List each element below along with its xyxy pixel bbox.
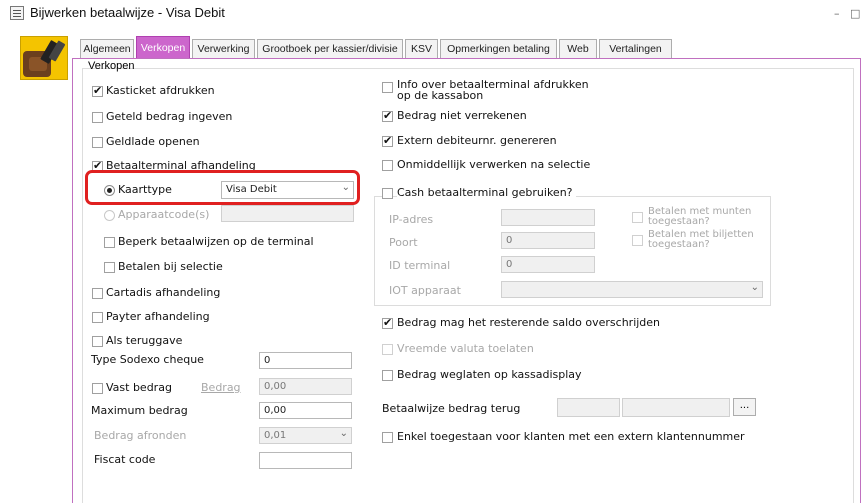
- cartadis-checkbox[interactable]: [92, 288, 103, 299]
- maximum-bedrag-label: Maximum bedrag: [91, 404, 188, 417]
- tab-verkopen[interactable]: Verkopen: [136, 36, 190, 60]
- onmiddellijk-label: Onmiddellijk verwerken na selectie: [397, 158, 591, 171]
- ip-adres-input[interactable]: [501, 209, 595, 226]
- info-terminal-checkbox[interactable]: [382, 82, 393, 93]
- vast-bedrag-input[interactable]: 0,00: [259, 378, 352, 395]
- bedrag-afronden-label: Bedrag afronden: [94, 429, 187, 442]
- teruggave-label: Als teruggave: [106, 334, 183, 347]
- munten-label: Betalen met munten toegestaan?: [648, 207, 751, 227]
- payter-label: Payter afhandeling: [106, 310, 210, 323]
- cash-terminal-checkbox[interactable]: [382, 188, 393, 199]
- saldo-checkbox[interactable]: [382, 316, 393, 329]
- apparaatcode-label: Apparaatcode(s): [118, 208, 210, 221]
- kaarttype-radio[interactable]: [104, 185, 115, 196]
- payter-checkbox[interactable]: [92, 312, 103, 323]
- vreemde-valuta-checkbox[interactable]: [382, 344, 393, 355]
- poort-label: Poort: [389, 236, 418, 249]
- extern-debiteur-checkbox[interactable]: [382, 134, 393, 147]
- sodexo-input[interactable]: 0: [259, 352, 352, 369]
- vast-bedrag-sub-label: Bedrag: [201, 381, 241, 394]
- kaarttype-value: Visa Debit: [226, 184, 277, 195]
- tab-opmerkingen-betaling[interactable]: Opmerkingen betaling: [440, 39, 557, 59]
- biljetten-label-line2: toegestaan?: [648, 239, 710, 250]
- iot-label: IOT apparaat: [389, 284, 461, 297]
- weglaten-label: Bedrag weglaten op kassadisplay: [397, 368, 582, 381]
- vast-bedrag-checkbox[interactable]: [92, 383, 103, 394]
- tab-verwerking[interactable]: Verwerking: [192, 39, 255, 59]
- maximize-button[interactable]: □: [850, 7, 860, 20]
- tab-ksv[interactable]: KSV: [405, 39, 438, 59]
- sodexo-label: Type Sodexo cheque: [91, 353, 204, 366]
- munten-checkbox[interactable]: [632, 212, 643, 223]
- enkel-checkbox[interactable]: [382, 432, 393, 443]
- teruggave-checkbox[interactable]: [92, 336, 103, 347]
- vast-bedrag-label: Vast bedrag: [106, 381, 172, 394]
- weglaten-checkbox[interactable]: [382, 370, 393, 381]
- betalen-selectie-checkbox[interactable]: [104, 262, 115, 273]
- kasticket-checkbox[interactable]: [92, 84, 103, 97]
- geldlade-checkbox[interactable]: [92, 137, 103, 148]
- window-title: Bijwerken betaalwijze - Visa Debit: [30, 5, 225, 20]
- kasticket-label: Kasticket afdrukken: [106, 84, 215, 97]
- bedrag-afronden-value: 0,01: [264, 430, 287, 441]
- bedrag-afronden-select[interactable]: 0,01 ⌄: [259, 427, 352, 444]
- beperk-checkbox[interactable]: [104, 237, 115, 248]
- id-terminal-input[interactable]: 0: [501, 256, 595, 273]
- info-terminal-label: Info over betaalterminal afdrukken op de…: [397, 79, 589, 101]
- tab-grootboek[interactable]: Grootboek per kassier/divisie: [257, 39, 403, 59]
- info-terminal-label-line2: op de kassabon: [397, 89, 484, 102]
- poort-input[interactable]: 0: [501, 232, 595, 249]
- vreemde-valuta-label: Vreemde valuta toelaten: [397, 342, 534, 355]
- chevron-down-icon: ⌄: [339, 428, 348, 439]
- tab-algemeen[interactable]: Algemeen: [80, 39, 134, 59]
- enkel-label: Enkel toegestaan voor klanten met een ex…: [397, 430, 745, 443]
- biljetten-label: Betalen met biljetten toegestaan?: [648, 230, 754, 250]
- apparaatcode-input[interactable]: [221, 205, 354, 222]
- tab-vertalingen[interactable]: Vertalingen: [599, 39, 672, 59]
- betalen-selectie-label: Betalen bij selectie: [118, 260, 223, 273]
- extern-debiteur-label: Extern debiteurnr. genereren: [397, 134, 557, 147]
- munten-label-line2: toegestaan?: [648, 216, 710, 227]
- apparaatcode-radio[interactable]: [104, 210, 115, 221]
- beperk-label: Beperk betaalwijzen op de terminal: [118, 235, 314, 248]
- cash-terminal-label: Cash betaalterminal gebruiken?: [397, 186, 576, 199]
- payment-card-logo: [20, 36, 68, 80]
- biljetten-checkbox[interactable]: [632, 235, 643, 246]
- fiscat-input[interactable]: [259, 452, 352, 469]
- tab-web[interactable]: Web: [559, 39, 597, 59]
- geteld-bedrag-checkbox[interactable]: [92, 112, 103, 123]
- chevron-down-icon: ⌄: [341, 182, 350, 193]
- bedrag-terug-code-input[interactable]: [557, 398, 620, 417]
- chevron-down-icon: ⌄: [750, 282, 759, 293]
- bedrag-terug-name-input[interactable]: [622, 398, 730, 417]
- cartadis-label: Cartadis afhandeling: [106, 286, 221, 299]
- kaarttype-label: Kaarttype: [118, 183, 172, 196]
- kaarttype-select[interactable]: Visa Debit ⌄: [221, 181, 354, 199]
- minimize-button[interactable]: –: [834, 7, 840, 20]
- bedrag-terug-label: Betaalwijze bedrag terug: [382, 402, 521, 415]
- ip-adres-label: IP-adres: [389, 213, 434, 226]
- geldlade-label: Geldlade openen: [106, 135, 200, 148]
- iot-select[interactable]: ⌄: [501, 281, 763, 298]
- geteld-bedrag-label: Geteld bedrag ingeven: [106, 110, 233, 123]
- niet-verrekenen-label: Bedrag niet verrekenen: [397, 109, 527, 122]
- bedrag-terug-browse-button[interactable]: ...: [733, 398, 756, 416]
- onmiddellijk-checkbox[interactable]: [382, 160, 393, 171]
- fiscat-label: Fiscat code: [94, 453, 156, 466]
- saldo-label: Bedrag mag het resterende saldo overschr…: [397, 316, 661, 329]
- niet-verrekenen-checkbox[interactable]: [382, 109, 393, 122]
- maximum-bedrag-input[interactable]: 0,00: [259, 402, 352, 419]
- group-label: Verkopen: [88, 60, 135, 72]
- id-terminal-label: ID terminal: [389, 259, 451, 272]
- window-icon: [10, 6, 24, 20]
